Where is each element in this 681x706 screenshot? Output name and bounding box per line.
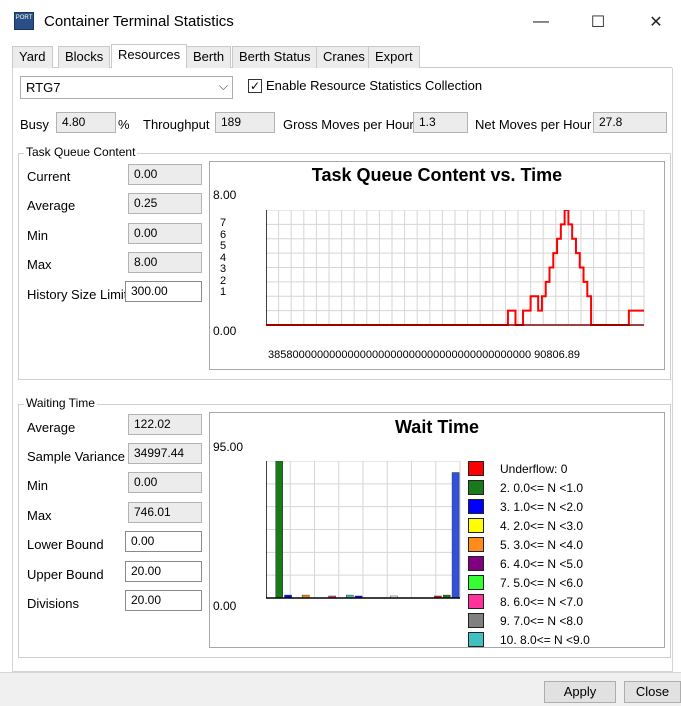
wt-max-label: Max (27, 508, 52, 523)
busy-unit: % (118, 117, 130, 132)
tq-min-label: Min (27, 228, 48, 243)
close-button[interactable]: Close (624, 681, 681, 703)
tab-resources[interactable]: Resources (111, 44, 188, 69)
legend-label: 6. 4.0<= N <5.0 (500, 557, 584, 571)
history-limit-label: History Size Limit (27, 287, 128, 302)
legend-swatch (468, 632, 484, 647)
waiting-time-group-title: Waiting Time (24, 396, 97, 410)
tab-cranes[interactable]: Cranes (316, 46, 372, 68)
tab-export[interactable]: Export (368, 46, 420, 68)
net-moves-field: 27.8 (593, 112, 667, 133)
wt-bar (275, 461, 284, 599)
wt-max-field: 746.01 (128, 502, 202, 523)
maximize-button[interactable]: ☐ (575, 4, 621, 40)
chevron-down-icon: ⌵ (218, 79, 228, 93)
resource-select[interactable]: RTG7 ⌵ (20, 76, 233, 99)
legend-label: 8. 6.0<= N <7.0 (500, 595, 584, 609)
wt-variance-label: Sample Variance (27, 449, 126, 464)
legend-label: 5. 3.0<= N <4.0 (500, 538, 584, 552)
tq-y-min-label: 0.00 (213, 324, 237, 338)
legend-swatch (468, 556, 484, 571)
legend-swatch (468, 499, 484, 514)
wt-y-min-label: 0.00 (213, 599, 237, 613)
resource-select-value: RTG7 (26, 80, 61, 95)
tq-min-field: 0.00 (128, 223, 202, 244)
tq-max-label: Max (27, 257, 52, 272)
tq-y-tick: 3 (220, 263, 227, 275)
tq-average-field: 0.25 (128, 193, 202, 214)
lower-bound-label: Lower Bound (27, 537, 104, 552)
legend-label: 7. 5.0<= N <6.0 (500, 576, 584, 590)
task-queue-chart-title: Task Queue Content vs. Time (311, 165, 563, 185)
wt-average-label: Average (27, 420, 76, 435)
tq-x-axis-label: 3858000000000000000000000000000000000000… (268, 349, 580, 361)
throughput-label: Throughput (143, 117, 210, 132)
legend-swatch (468, 461, 484, 476)
gross-moves-field: 1.3 (413, 112, 468, 133)
wait-time-legend: Underflow: 0 2. 0.0<= N <1.0 3. 1.0<= N <2… (468, 461, 658, 647)
tq-current-label: Current (27, 169, 71, 184)
tq-y-tick: 1 (220, 286, 227, 298)
tab-bar: Yard Blocks Resources Berth Berth Status… (12, 44, 672, 69)
legend-swatch (468, 594, 484, 609)
wt-min-label: Min (27, 478, 48, 493)
net-moves-label: Net Moves per Hour (475, 117, 592, 132)
busy-label: Busy (20, 117, 49, 132)
legend-label: 10. 8.0<= N <9.0 (500, 633, 590, 647)
legend-label: 4. 2.0<= N <3.0 (500, 519, 584, 533)
legend-swatch (468, 518, 484, 533)
wt-variance-field: 34997.44 (128, 443, 202, 464)
upper-bound-input[interactable]: 20.00 (125, 561, 202, 582)
apply-button[interactable]: Apply (544, 681, 616, 703)
tab-berth[interactable]: Berth (186, 46, 232, 68)
tq-y-tick: 7 (220, 217, 227, 229)
wt-y-max-label: 95.00 (213, 440, 244, 454)
lower-bound-input[interactable]: 0.00 (125, 531, 202, 552)
throughput-field: 189 (215, 112, 275, 133)
legend-label: 3. 1.0<= N <2.0 (500, 500, 584, 514)
tq-y-ticks: 7 6 5 4 3 2 1 (220, 217, 227, 299)
close-window-button[interactable]: ✕ (633, 4, 679, 40)
tab-blocks[interactable]: Blocks (58, 46, 111, 68)
legend-swatch (468, 480, 484, 495)
wait-time-chart-title: Wait Time (394, 417, 479, 437)
tq-y-tick: 5 (220, 240, 227, 252)
task-queue-chart: Task Queue Content vs. Time 8.00 0.00 7 … (209, 161, 665, 370)
enable-stats-checkbox[interactable]: ✓ (248, 79, 262, 93)
legend-label: Underflow: 0 (500, 462, 568, 476)
tq-y-max-label: 8.00 (213, 188, 237, 202)
legend-label: 9. 7.0<= N <8.0 (500, 614, 584, 628)
legend-label: 2. 0.0<= N <1.0 (500, 481, 584, 495)
busy-field: 4.80 (56, 112, 116, 133)
app-icon: PORT (14, 12, 34, 30)
legend-swatch (468, 537, 484, 552)
task-queue-plot (266, 210, 645, 326)
tq-current-field: 0.00 (128, 164, 202, 185)
wt-min-field: 0.00 (128, 472, 202, 493)
tab-berth-status[interactable]: Berth Status (232, 46, 318, 68)
enable-stats-label[interactable]: Enable Resource Statistics Collection (266, 78, 482, 93)
tq-max-field: 8.00 (128, 252, 202, 273)
task-queue-group-title: Task Queue Content (24, 145, 138, 159)
wait-time-plot (266, 461, 461, 599)
legend-swatch (468, 613, 484, 628)
minimize-button[interactable]: — (518, 4, 564, 40)
tab-yard[interactable]: Yard (12, 46, 53, 68)
legend-swatch (468, 575, 484, 590)
wt-average-field: 122.02 (128, 414, 202, 435)
wt-bar (451, 472, 460, 599)
wait-time-chart: Wait Time 95.00 0.00 Underflow: 0 2. 0.0<… (209, 412, 665, 648)
divisions-input[interactable]: 20.00 (125, 590, 202, 611)
history-limit-input[interactable]: 300.00 (125, 281, 202, 302)
tq-average-label: Average (27, 198, 76, 213)
window-title: Container Terminal Statistics (44, 13, 234, 30)
gross-moves-label: Gross Moves per Hour (283, 117, 414, 132)
title-bar: PORT Container Terminal Statistics — ☐ ✕ (0, 0, 681, 44)
divisions-label: Divisions (27, 596, 80, 611)
upper-bound-label: Upper Bound (27, 567, 104, 582)
